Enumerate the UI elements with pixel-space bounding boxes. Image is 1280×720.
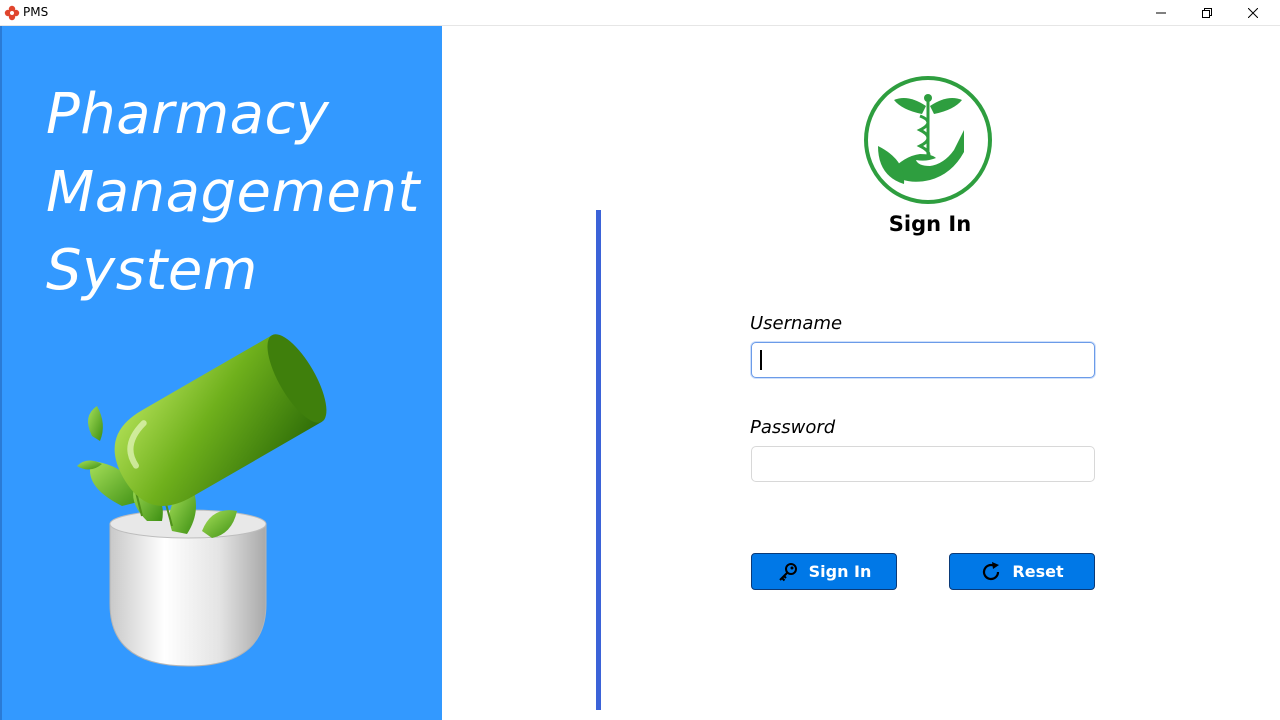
username-input[interactable] [751,342,1095,378]
reset-button[interactable]: Reset [949,553,1095,590]
close-button[interactable] [1230,0,1276,26]
vertical-divider [596,210,601,710]
brand-line-1: Pharmacy [46,82,330,147]
sign-in-button[interactable]: Sign In [751,553,897,590]
brand-title: Pharmacy Management System [46,76,420,310]
title-bar: PMS [0,0,1280,26]
refresh-icon [983,561,1000,580]
restore-button[interactable] [1184,0,1230,26]
password-label: Password [750,417,836,438]
close-icon [1248,8,1258,18]
caduceus-hand-logo [864,76,992,204]
brand-panel: Pharmacy Management System [0,26,442,720]
reset-button-label: Reset [1012,562,1064,581]
key-icon [778,562,797,581]
minimize-icon [1156,12,1166,14]
text-cursor [760,350,762,370]
minimize-button[interactable] [1138,0,1184,26]
username-label: Username [750,313,843,334]
sign-in-button-label: Sign In [808,562,872,581]
brand-line-2: Management [46,160,420,225]
capsule-herbs-illustration [77,334,327,667]
restore-icon [1202,8,1212,18]
password-input[interactable] [751,446,1095,482]
medical-cross-icon [4,5,20,21]
brand-line-3: System [46,238,258,303]
sign-in-heading: Sign In [888,212,972,236]
window-title: PMS [23,5,49,19]
